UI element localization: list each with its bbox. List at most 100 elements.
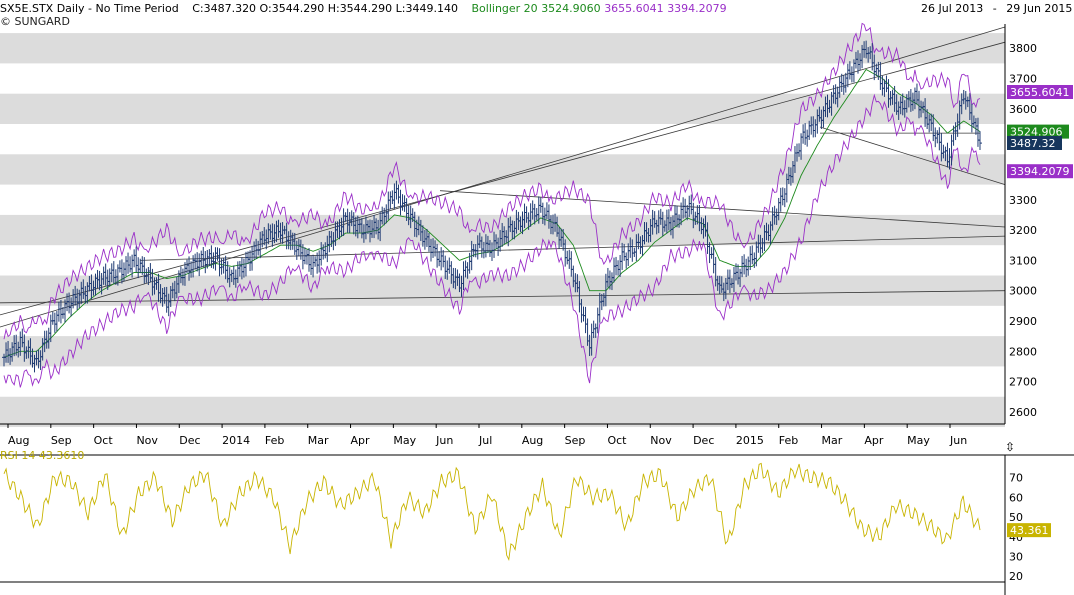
ohlc-bar xyxy=(128,256,133,273)
grid-band xyxy=(0,336,1005,367)
svg-text:3487.32: 3487.32 xyxy=(1010,137,1056,150)
time-tick-label: 2014 xyxy=(222,434,250,447)
chart-canvas: 2600270028002900300031003200330034003500… xyxy=(0,22,1074,595)
time-tick-label: 2015 xyxy=(736,434,764,447)
ohlc-bar xyxy=(437,251,442,267)
time-tick-label: Apr xyxy=(351,434,371,447)
price-tick-label: 3100 xyxy=(1009,254,1037,267)
ohlc-bar xyxy=(978,131,982,150)
price-tick-label: 2900 xyxy=(1009,315,1037,328)
time-tick-label: Feb xyxy=(265,434,284,447)
time-tick-label: Aug xyxy=(522,434,543,447)
period-label: No Time Period xyxy=(95,2,179,15)
ohlc-bar xyxy=(319,242,324,266)
ohlc-bar xyxy=(396,184,401,204)
svg-text:43.361: 43.361 xyxy=(1010,524,1049,537)
bollinger-label: Bollinger 20 xyxy=(471,2,538,15)
time-tick-label: Apr xyxy=(864,434,884,447)
ohlc-bar xyxy=(250,245,255,271)
ohlc-bar xyxy=(134,246,139,273)
ohlc-bar xyxy=(742,254,747,275)
ohlc-bar xyxy=(937,127,942,151)
ohlc-bar xyxy=(583,306,588,334)
ohlc-bar xyxy=(845,63,850,88)
svg-text:3655.6041: 3655.6041 xyxy=(1010,86,1070,99)
rsi-tick-label: 20 xyxy=(1009,570,1023,583)
rsi-tick-label: 30 xyxy=(1009,550,1023,563)
ohlc-bar xyxy=(201,247,206,268)
ohlc-bar xyxy=(211,252,216,269)
grid-band xyxy=(0,154,1005,185)
ohlc-bar xyxy=(935,130,940,144)
time-tick-label: Mar xyxy=(822,434,843,447)
ohlc-bar xyxy=(248,250,253,272)
time-tick-label: Jun xyxy=(435,434,453,447)
ohlc-bar xyxy=(52,312,57,333)
ohlc-bar xyxy=(126,252,131,274)
ohlc-bar xyxy=(782,188,787,208)
ohlc-bar xyxy=(805,129,810,147)
ohlc-bar xyxy=(801,124,806,144)
ohlc-bar xyxy=(439,247,444,271)
price-tick-label: 2600 xyxy=(1009,406,1037,419)
ohlc-bar xyxy=(616,260,621,276)
rsi-line xyxy=(3,462,981,562)
rsi-tick-label: 70 xyxy=(1009,472,1023,485)
ohlc-bar xyxy=(304,249,309,265)
time-tick-label: Nov xyxy=(136,434,158,447)
ohlc-bar xyxy=(388,191,393,210)
price-tick-label: 3200 xyxy=(1009,224,1037,237)
bollinger-upper-value: 3655.6041 xyxy=(604,2,664,15)
rsi-value-badge: 43.361 xyxy=(1007,523,1051,538)
ohlc-bar xyxy=(402,195,407,212)
price-tick-label: 3300 xyxy=(1009,194,1037,207)
ohlc-bar xyxy=(203,251,208,274)
bollinger-lower-value: 3394.2079 xyxy=(667,2,727,15)
ohlc-bar xyxy=(538,197,543,213)
ohlc-bar xyxy=(463,260,468,278)
rsi-value-label: 43.3610 xyxy=(38,449,85,462)
ohlc-bar xyxy=(880,75,885,96)
time-tick-label: Feb xyxy=(779,434,798,447)
ohlc-bar xyxy=(313,256,318,267)
date-from: 26 Jul 2013 xyxy=(921,2,984,15)
grid-band xyxy=(0,93,1005,124)
ohlc-bar xyxy=(847,61,852,80)
ohlc-bar xyxy=(441,250,446,268)
price-tick-label: 3000 xyxy=(1009,285,1037,298)
ohlc-bar xyxy=(591,320,596,339)
bollinger-mid-value: 3524.9060 xyxy=(541,2,601,15)
price-tick-label: 2700 xyxy=(1009,376,1037,389)
ohlc-bar xyxy=(707,242,712,264)
time-tick-label: Nov xyxy=(650,434,672,447)
ohlc-bar xyxy=(138,258,143,274)
price-tick-label: 3800 xyxy=(1009,42,1037,55)
time-tick-label: Aug xyxy=(8,434,29,447)
time-tick-label: Oct xyxy=(94,434,114,447)
panel-resize-handle[interactable]: ⇳ xyxy=(1005,440,1015,454)
time-tick-label: May xyxy=(393,434,416,447)
ohlc-bar xyxy=(841,75,846,95)
ohlc-bar xyxy=(237,260,242,277)
time-tick-label: Sep xyxy=(565,434,586,447)
ohlc-bar xyxy=(709,247,714,259)
rsi-label: RSI 14 xyxy=(0,449,36,462)
rsi-tick-label: 60 xyxy=(1009,491,1023,504)
time-tick-label: Mar xyxy=(308,434,329,447)
price-tick-label: 2800 xyxy=(1009,345,1037,358)
time-tick-label: Sep xyxy=(51,434,72,447)
ohlc-bar xyxy=(307,247,311,272)
ohlc-readout: C:3487.320 O:3544.290 H:3544.290 L:3449.… xyxy=(192,2,458,15)
copyright-label: © SUNGARD xyxy=(0,15,70,28)
ohlc-bar xyxy=(750,245,755,265)
ohlc-bar xyxy=(136,257,141,279)
price-value-badge: 3655.6041 xyxy=(1007,84,1073,99)
header-separator: - xyxy=(88,2,93,15)
date-to: 29 Jun 2015 xyxy=(1006,2,1073,15)
ohlc-bar xyxy=(197,253,202,277)
time-tick-label: Jul xyxy=(478,434,492,447)
ohlc-bar xyxy=(933,127,938,148)
rsi-panel: 20304050607043.361 xyxy=(0,454,1074,595)
chart-header: SX5E.STX Daily - No Time Period C:3487.3… xyxy=(0,2,727,15)
ohlc-bar xyxy=(744,258,749,278)
